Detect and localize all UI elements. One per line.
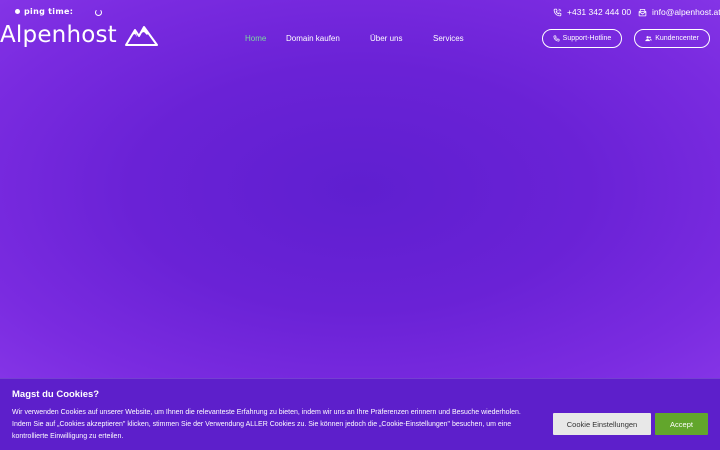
cookie-title: Magst du Cookies? — [12, 389, 100, 400]
email-address: info@alpenhost.at — [652, 7, 720, 17]
phone-icon — [553, 8, 562, 16]
nav-item-services[interactable]: Services — [433, 34, 464, 43]
phone-number: +431 342 444 00 — [567, 7, 632, 17]
ping-label: ping time: — [24, 7, 74, 16]
ping-dot-icon — [15, 9, 20, 14]
cookie-banner: Magst du Cookies? Wir verwenden Cookies … — [0, 378, 720, 450]
cookie-text: Wir verwenden Cookies auf unserer Websit… — [12, 409, 521, 441]
email-icon — [638, 8, 647, 16]
support-hotline-label: Support-Hotline — [562, 35, 612, 42]
phone-link[interactable]: +431 342 444 00 — [553, 7, 631, 17]
nav-item-home[interactable]: Home — [245, 34, 266, 43]
users-icon — [645, 36, 652, 42]
cookie-settings-button[interactable]: Cookie Einstellungen — [553, 413, 651, 435]
loading-spinner-icon — [95, 8, 103, 16]
cookie-accept-button[interactable]: Accept — [655, 413, 708, 435]
email-link[interactable]: info@alpenhost.at — [638, 7, 720, 17]
support-hotline-button[interactable]: Support-Hotline — [542, 29, 622, 48]
kundencenter-label: Kundencenter — [655, 35, 699, 42]
nav-item-ueber-uns[interactable]: Über uns — [370, 34, 402, 43]
kundencenter-button[interactable]: Kundencenter — [634, 29, 710, 48]
phone-icon — [553, 35, 560, 42]
ping-indicator: ping time: — [15, 7, 103, 16]
nav-item-domain-kaufen[interactable]: Domain kaufen — [286, 34, 340, 43]
